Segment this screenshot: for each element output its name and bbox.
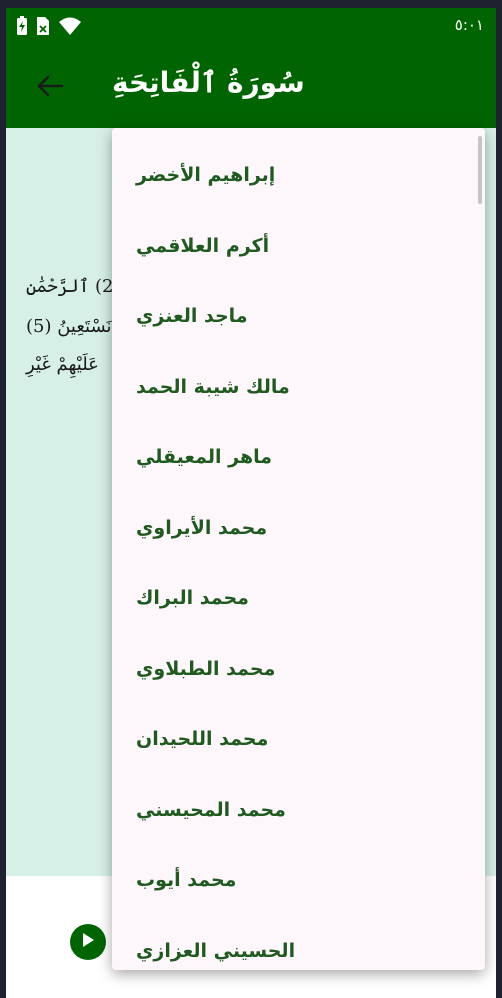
verse-line: عَلَيْهِمْ غَيْرِ	[26, 354, 99, 375]
reciter-item[interactable]: محمد الأيراوي	[112, 493, 485, 564]
reciter-name: محمد الأيراوي	[136, 516, 268, 539]
verse-line: (2) ٱلرَّحْمَٰنِ	[26, 276, 121, 297]
reciter-name: محمد أيوب	[136, 869, 237, 892]
reciter-name: محمد اللحيدان	[136, 728, 269, 751]
battery-charging-icon	[16, 16, 28, 40]
reciter-item[interactable]: الحسيني العزازي	[112, 916, 485, 971]
status-bar: ٥:٠١	[6, 8, 496, 46]
wifi-icon	[58, 16, 82, 40]
reciter-name: ماهر المعيقلي	[136, 446, 273, 469]
reciter-name: أكرم العلاقمي	[136, 234, 270, 257]
status-time: ٥:٠١	[454, 16, 484, 34]
reciter-item[interactable]: محمد أيوب	[112, 845, 485, 916]
reciter-name: مالك شيبة الحمد	[136, 375, 290, 398]
reciter-name: محمد المحيسني	[136, 798, 286, 821]
play-button[interactable]	[70, 924, 106, 960]
scrollbar[interactable]	[478, 136, 482, 204]
reciter-name: محمد البراك	[136, 587, 249, 610]
reciter-name: إبراهيم الأخضر	[136, 164, 276, 187]
arrow-left-icon	[36, 74, 64, 102]
no-sim-icon	[34, 16, 52, 40]
reciter-item[interactable]: أكرم العلاقمي	[112, 211, 485, 282]
verse-line: نَسْتَعِينُ (5)	[26, 316, 112, 337]
play-icon	[81, 932, 95, 952]
back-button[interactable]	[30, 68, 70, 108]
reciter-item[interactable]: إبراهيم الأخضر	[112, 140, 485, 211]
reciter-item[interactable]: محمد البراك	[112, 563, 485, 634]
app-bar: سُورَةُ ٱلْفَاتِحَةِ	[6, 46, 496, 128]
reciter-item[interactable]: ماجد العنزي	[112, 281, 485, 352]
reciter-item[interactable]: محمد المحيسني	[112, 775, 485, 846]
reciter-item[interactable]: محمد اللحيدان	[112, 704, 485, 775]
reciter-item[interactable]: ماهر المعيقلي	[112, 422, 485, 493]
reciter-item[interactable]: مالك شيبة الحمد	[112, 352, 485, 423]
reciter-name: ماجد العنزي	[136, 305, 248, 328]
reciter-name: محمد الطبلاوي	[136, 657, 276, 680]
reciter-list: إبراهيم الأخضر أكرم العلاقمي ماجد العنزي…	[112, 140, 485, 970]
surah-title: سُورَةُ ٱلْفَاتِحَةِ	[112, 66, 305, 99]
status-icons	[16, 16, 82, 40]
reciter-name: الحسيني العزازي	[136, 939, 296, 962]
reciter-item[interactable]: محمد الطبلاوي	[112, 634, 485, 705]
app-screen: ٥:٠١ سُورَةُ ٱلْفَاتِحَةِ (2) ٱلرَّحْمَٰ…	[6, 8, 496, 998]
reciter-dropdown-menu[interactable]: إبراهيم الأخضر أكرم العلاقمي ماجد العنزي…	[112, 128, 485, 970]
